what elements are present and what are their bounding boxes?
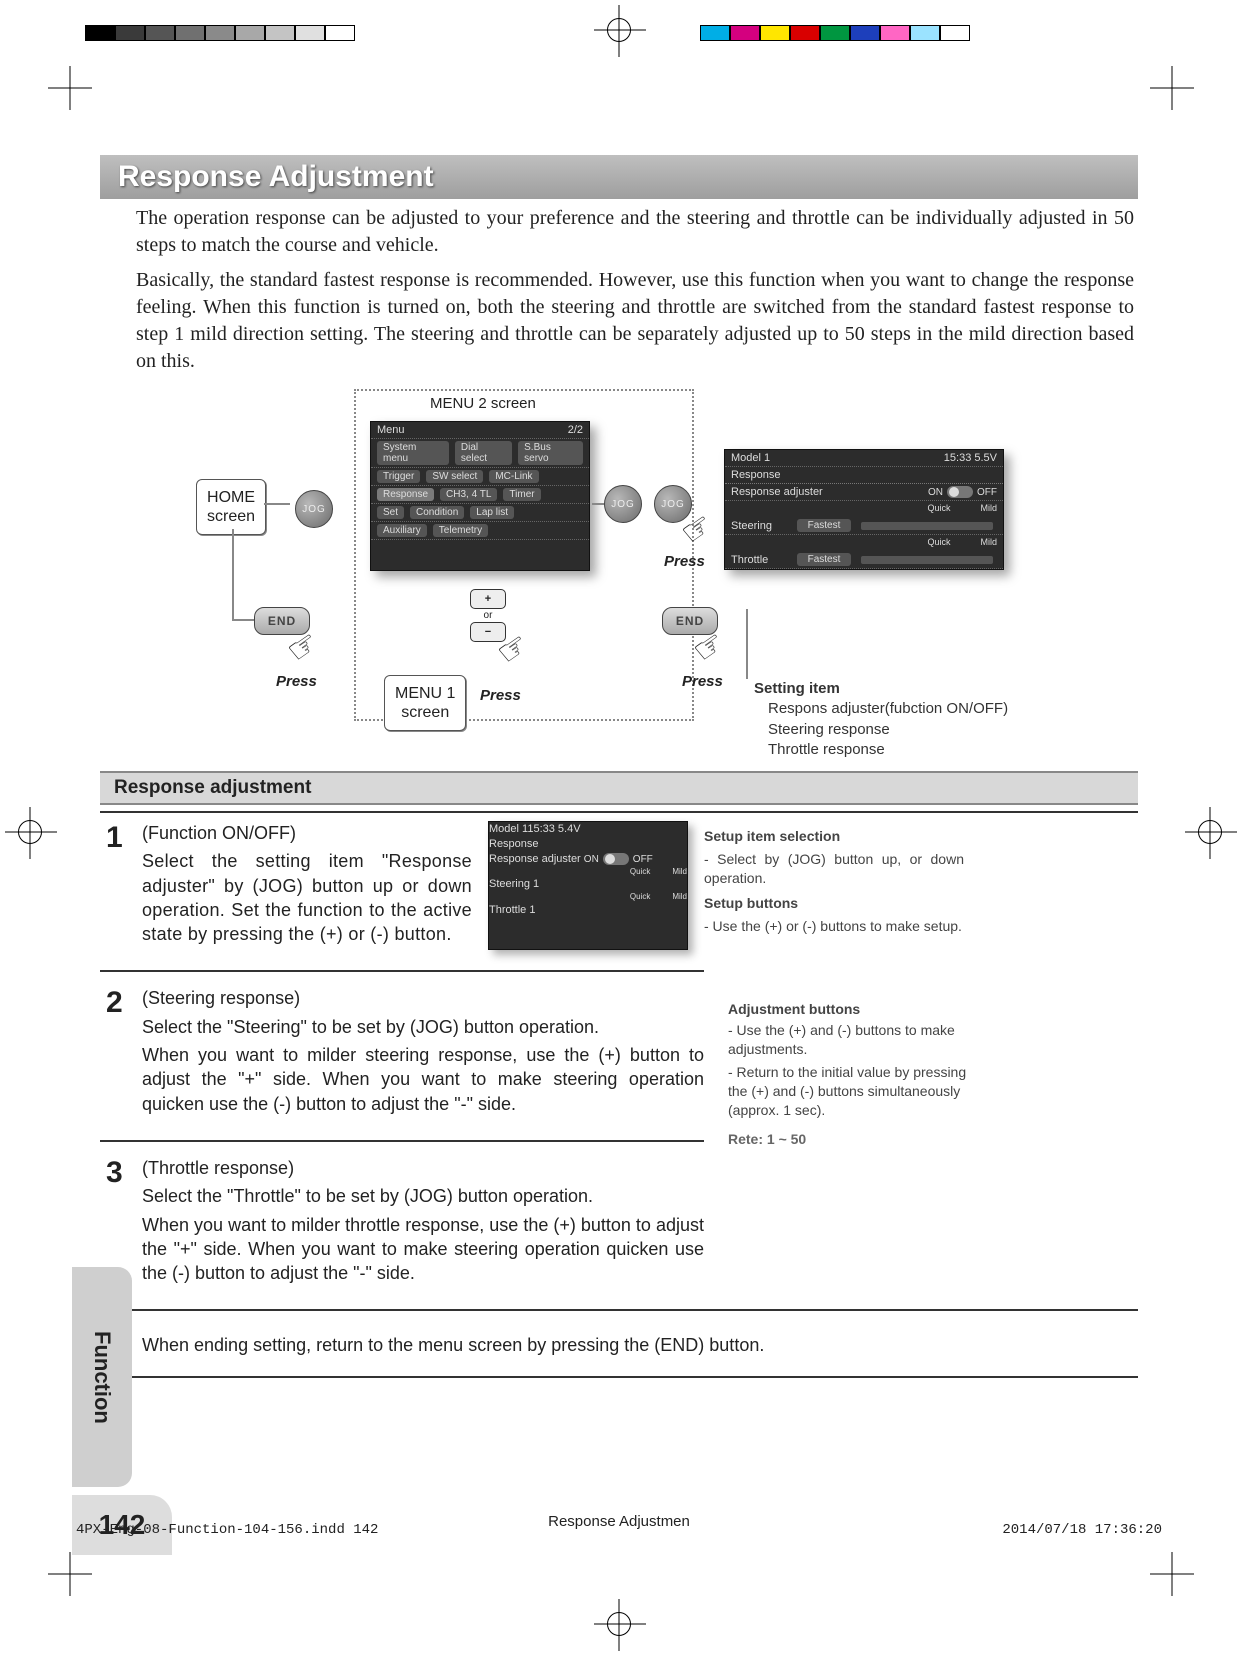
step-2-body1: Select the "Steering" to be set by (JOG)… bbox=[142, 1015, 704, 1039]
step-3-title: (Throttle response) bbox=[142, 1158, 294, 1178]
rule-1-2 bbox=[100, 970, 704, 972]
setup-item-body: - Select by (JOG) button up, or down ope… bbox=[704, 850, 964, 888]
response-screen: Model 1 15:33 5.5V Response Response adj… bbox=[724, 449, 1004, 570]
intro-text: The operation response can be adjusted t… bbox=[100, 205, 1138, 375]
thumb-toggle[interactable]: ONOFF bbox=[584, 853, 653, 867]
rate-note: Rete: 1 ~ 50 bbox=[728, 1130, 988, 1149]
home-screen-box: HOME screen bbox=[196, 479, 266, 535]
imprint-right: 2014/07/18 17:36:20 bbox=[1002, 1522, 1162, 1538]
rs-title: Response bbox=[731, 469, 781, 481]
press-label-pm: Press bbox=[480, 687, 521, 704]
section-title: Response Adjustment bbox=[118, 160, 434, 194]
setting-item-info: Setting item Respons adjuster(fubction O… bbox=[754, 679, 1008, 760]
arrow-end-up-left bbox=[232, 529, 234, 619]
rs-steering-label: Steering bbox=[731, 520, 791, 532]
adj-btn-body2: - Return to the initial value by pressin… bbox=[728, 1063, 988, 1120]
plus-button[interactable]: + bbox=[470, 589, 506, 609]
imprint-left: 4PX-Eng-08-Function-104-156.indd 142 bbox=[76, 1522, 378, 1538]
navigation-diagram: MENU 2 screen HOME screen JOG Menu2/2 Sy… bbox=[136, 389, 1138, 749]
or-label: or bbox=[470, 610, 506, 621]
color-bar-left bbox=[85, 25, 355, 41]
rs-steering-value[interactable]: Fastest bbox=[797, 519, 851, 532]
step-2-num: 2 bbox=[100, 986, 132, 1119]
step-3-body2: When you want to milder throttle respons… bbox=[142, 1213, 704, 1286]
arrow-home-jog bbox=[264, 503, 290, 505]
steps-list: 1 (Function ON/OFF) Select the setting i… bbox=[100, 811, 1138, 1378]
subheading: Response adjustment bbox=[100, 771, 1138, 805]
setup-btn-body: - Use the (+) or (-) buttons to make set… bbox=[704, 917, 964, 936]
setting-item-3: Throttle response bbox=[754, 740, 885, 760]
step-4-body: When ending setting, return to the menu … bbox=[142, 1333, 1138, 1357]
step-1-screen-thumb: Model 115:33 5.4V Response Response adju… bbox=[488, 821, 688, 950]
rs-adjuster-label: Response adjuster bbox=[731, 486, 823, 498]
rs-throttle-label: Throttle bbox=[731, 554, 791, 566]
side-notes-lower: Adjustment buttons - Use the (+) and (-)… bbox=[728, 964, 988, 1303]
rs-throttle-value[interactable]: Fastest bbox=[797, 553, 851, 566]
jog-button-2[interactable]: JOG bbox=[604, 485, 642, 523]
sidebar-tab: Function bbox=[72, 1267, 132, 1487]
crop-tr bbox=[1150, 66, 1194, 110]
step-3-body1: Select the "Throttle" to be set by (JOG)… bbox=[142, 1184, 704, 1208]
press-label-end-left: Press bbox=[276, 673, 317, 690]
section-header: Response Adjustment bbox=[100, 155, 1138, 199]
step-3: 3 (Throttle response) Select the "Thrott… bbox=[100, 1148, 704, 1303]
registration-mark-bottom bbox=[607, 1612, 631, 1636]
rs-adjuster-toggle[interactable]: ON OFF bbox=[928, 486, 997, 498]
registration-mark-top bbox=[607, 18, 631, 42]
intro-p2: Basically, the standard fastest response… bbox=[100, 267, 1138, 375]
adj-btn-title: Adjustment buttons bbox=[728, 1000, 988, 1019]
press-label-end-right: Press bbox=[682, 673, 723, 690]
menu2-label: MENU 2 screen bbox=[426, 395, 540, 412]
rs-steering-bar bbox=[861, 522, 993, 530]
arrow-menu2-jog bbox=[592, 503, 604, 505]
footer-center: Response Adjustmen bbox=[548, 1513, 690, 1530]
crop-tl bbox=[48, 66, 92, 110]
step-1-body: Select the setting item "Response adjust… bbox=[142, 849, 472, 946]
arrow-end-h-left bbox=[232, 619, 254, 621]
registration-mark-right bbox=[1198, 820, 1222, 844]
menu1-screen-box: MENU 1 screen bbox=[384, 675, 466, 731]
menu2-screen-thumb: Menu2/2 System menuDial selectS.Bus serv… bbox=[370, 421, 590, 571]
setting-item-title: Setting item bbox=[754, 680, 840, 697]
setup-item-title: Setup item selection bbox=[704, 827, 964, 846]
rule-2-3 bbox=[100, 1140, 704, 1142]
setup-btn-title: Setup buttons bbox=[704, 894, 964, 913]
jog-diamond-1: JOG bbox=[288, 483, 340, 535]
jog-button-1[interactable]: JOG bbox=[295, 490, 333, 528]
registration-mark-left bbox=[18, 820, 42, 844]
press-label-jog3: Press bbox=[664, 553, 705, 570]
rs-model: Model 1 bbox=[731, 452, 770, 464]
intro-p1: The operation response can be adjusted t… bbox=[100, 205, 1138, 259]
step-2: 2 (Steering response) Select the "Steeri… bbox=[100, 978, 704, 1133]
setting-item-1: Respons adjuster(fubction ON/OFF) bbox=[754, 699, 1008, 719]
step-2-title: (Steering response) bbox=[142, 988, 300, 1008]
step-1: 1 (Function ON/OFF) Select the setting i… bbox=[100, 813, 1138, 964]
arrow-rs-down bbox=[746, 609, 748, 679]
rule-3-4 bbox=[100, 1309, 1138, 1311]
step-2-body2: When you want to milder steering respons… bbox=[142, 1043, 704, 1116]
crop-bl bbox=[48, 1552, 92, 1596]
setting-item-2: Steering response bbox=[754, 720, 890, 740]
crop-br bbox=[1150, 1552, 1194, 1596]
step-4: 4 When ending setting, return to the men… bbox=[100, 1317, 1138, 1377]
rs-clock: 15:33 5.5V bbox=[944, 452, 997, 464]
rs-titlebar: Model 1 15:33 5.5V bbox=[725, 450, 1003, 467]
side-notes-upper: Setup item selection - Select by (JOG) b… bbox=[704, 821, 964, 950]
step-1-num: 1 bbox=[100, 821, 132, 950]
color-bar-right bbox=[700, 25, 970, 41]
step-1-title: (Function ON/OFF) bbox=[142, 823, 296, 843]
rs-throttle-bar bbox=[861, 556, 993, 564]
adj-btn-body1: - Use the (+) and (-) buttons to make ad… bbox=[728, 1021, 988, 1059]
